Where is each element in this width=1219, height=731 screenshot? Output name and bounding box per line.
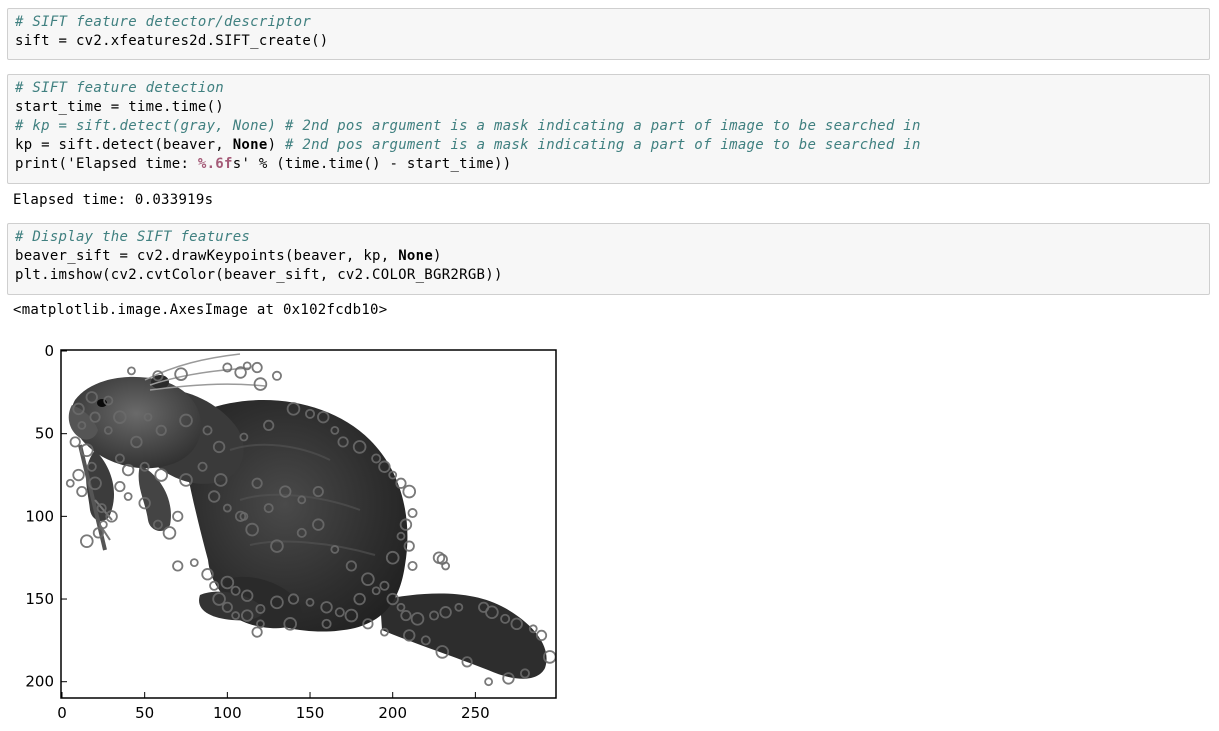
code-text: kp = sift.detect(beaver, bbox=[15, 137, 233, 153]
code-line: sift = cv2.xfeatures2d.SIFT_create() bbox=[15, 32, 1209, 51]
x-tick-label: 0 bbox=[57, 704, 67, 722]
y-tick-label: 150 bbox=[25, 590, 54, 608]
code-line: start_time = time.time() bbox=[15, 98, 1209, 117]
code-comment: # SIFT feature detector/descriptor bbox=[15, 14, 312, 30]
code-keyword: None bbox=[398, 248, 434, 264]
x-tick-label: 200 bbox=[378, 704, 407, 722]
code-line: beaver_sift = cv2.drawKeypoints(beaver, … bbox=[15, 247, 1209, 266]
code-comment: # Display the SIFT features bbox=[15, 229, 251, 245]
y-tick-label: 200 bbox=[25, 673, 54, 691]
x-tick-label: 150 bbox=[296, 704, 325, 722]
code-line: # Display the SIFT features bbox=[15, 228, 1209, 247]
code-text: ) bbox=[267, 137, 285, 153]
code-comment: # 2nd pos argument is a mask indicating … bbox=[284, 137, 921, 153]
code-cell-2[interactable]: # SIFT feature detection start_time = ti… bbox=[7, 74, 1210, 184]
code-cell-3[interactable]: # Display the SIFT features beaver_sift … bbox=[7, 223, 1210, 295]
code-text: plt.imshow(cv2.cvtColor(beaver_sift, cv2… bbox=[15, 267, 503, 283]
code-cell-1[interactable]: # SIFT feature detector/descriptor sift … bbox=[7, 8, 1210, 60]
code-line: plt.imshow(cv2.cvtColor(beaver_sift, cv2… bbox=[15, 266, 1209, 285]
y-tick-label: 100 bbox=[25, 507, 54, 525]
x-tick-label: 50 bbox=[135, 704, 154, 722]
code-text: ) bbox=[433, 248, 442, 264]
code-format-spec: %.6f bbox=[197, 156, 233, 172]
code-line: # kp = sift.detect(gray, None) # 2nd pos… bbox=[15, 117, 1209, 136]
cell-output-3: <matplotlib.image.AxesImage at 0x102fcdb… bbox=[13, 302, 388, 318]
code-text: beaver_sift = cv2.drawKeypoints(beaver, … bbox=[15, 248, 399, 264]
code-text: start_time = time.time() bbox=[15, 99, 225, 115]
code-line: # SIFT feature detector/descriptor bbox=[15, 13, 1209, 32]
y-tick-label: 0 bbox=[44, 342, 54, 360]
code-text: sift = cv2.xfeatures2d.SIFT_create() bbox=[15, 33, 329, 49]
code-text: s' % (time.time() - start_time)) bbox=[232, 156, 512, 172]
cell-output-2: Elapsed time: 0.033919s bbox=[13, 192, 214, 208]
code-text: print('Elapsed time: bbox=[15, 156, 198, 172]
y-tick-label: 50 bbox=[35, 425, 54, 443]
code-line: # SIFT feature detection bbox=[15, 79, 1209, 98]
code-comment: # kp = sift.detect(gray, None) # 2nd pos… bbox=[15, 118, 921, 134]
code-line: kp = sift.detect(beaver, None) # 2nd pos… bbox=[15, 136, 1209, 155]
x-tick-label: 100 bbox=[213, 704, 242, 722]
x-tick-label: 250 bbox=[461, 704, 490, 722]
code-comment: # SIFT feature detection bbox=[15, 80, 225, 96]
matplotlib-figure: 0 50 100 150 200 250 0 50 100 150 200 bbox=[25, 342, 557, 722]
code-line: print('Elapsed time: %.6fs' % (time.time… bbox=[15, 155, 1209, 174]
code-keyword: None bbox=[232, 137, 268, 153]
